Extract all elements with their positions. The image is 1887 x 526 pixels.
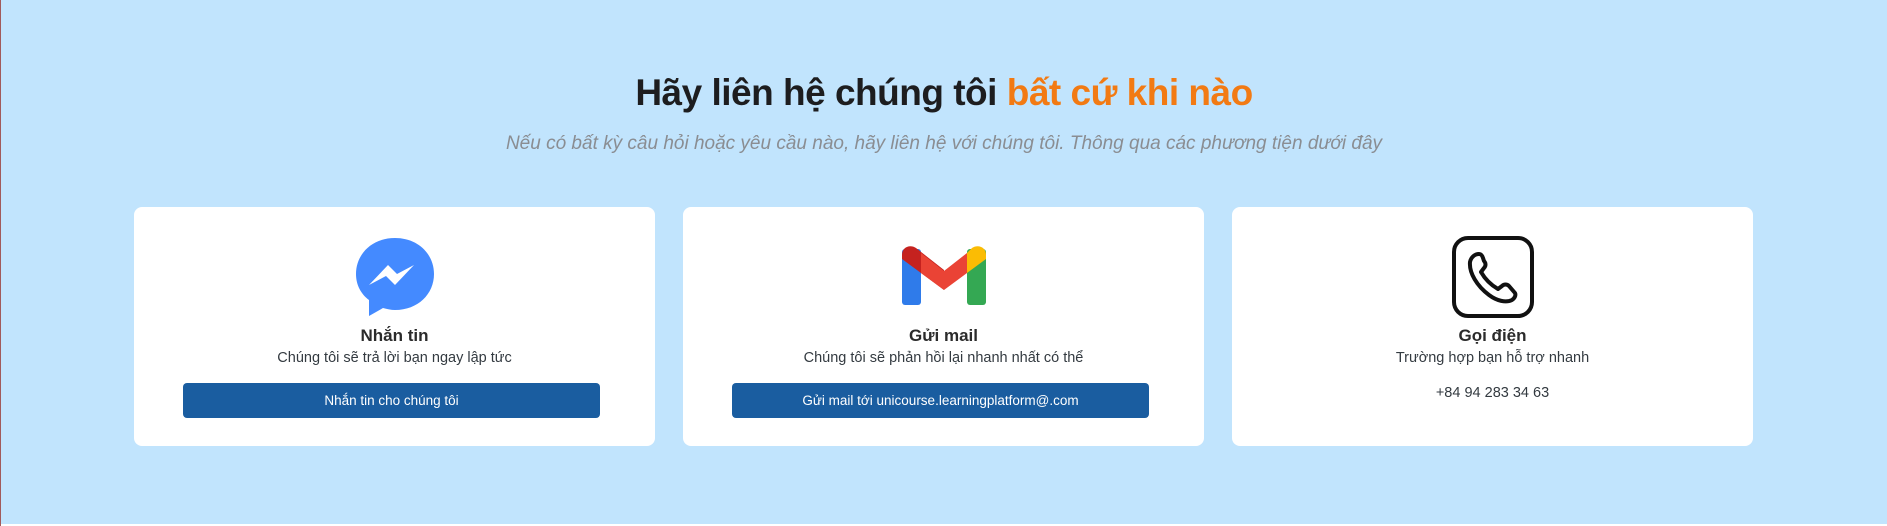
card-description: Chúng tôi sẽ phản hồi lại nhanh nhất có … [803, 350, 1084, 366]
card-title: Gửi mail [909, 326, 978, 345]
gmail-icon [901, 235, 986, 319]
phone-number[interactable]: +84 94 283 34 63 [1232, 385, 1753, 401]
contact-section: Hãy liên hệ chúng tôi bất cứ khi nào Nếu… [1, 0, 1887, 524]
card-description: Chúng tôi sẽ trả lời bạn ngay lập tức [277, 350, 512, 366]
phone-icon [1451, 235, 1535, 319]
section-subtitle: Nếu có bất kỳ câu hỏi hoặc yêu cầu nào, … [505, 133, 1383, 154]
card-title: Nhắn tin [360, 326, 429, 345]
contact-card-message: Nhắn tin Chúng tôi sẽ trả lời bạn ngay l… [134, 207, 655, 446]
contact-card-phone: Gọi điện Trường hợp bạn hỗ trợ nhanh +84… [1232, 207, 1753, 446]
card-description: Trường hợp bạn hỗ trợ nhanh [1395, 350, 1590, 366]
message-us-button[interactable]: Nhắn tin cho chúng tôi [183, 383, 600, 418]
heading-main-text: Hãy liên hệ chúng tôi [635, 72, 1007, 113]
send-email-button[interactable]: Gửi mail tới unicourse.learningplatform@… [732, 383, 1149, 418]
card-title: Gọi điện [1458, 326, 1527, 345]
messenger-icon [353, 235, 437, 319]
heading-accent-text: bất cứ khi nào [1006, 72, 1253, 113]
contact-card-email: Gửi mail Chúng tôi sẽ phản hồi lại nhanh… [683, 207, 1204, 446]
section-heading: Hãy liên hệ chúng tôi bất cứ khi nào [1, 72, 1887, 114]
